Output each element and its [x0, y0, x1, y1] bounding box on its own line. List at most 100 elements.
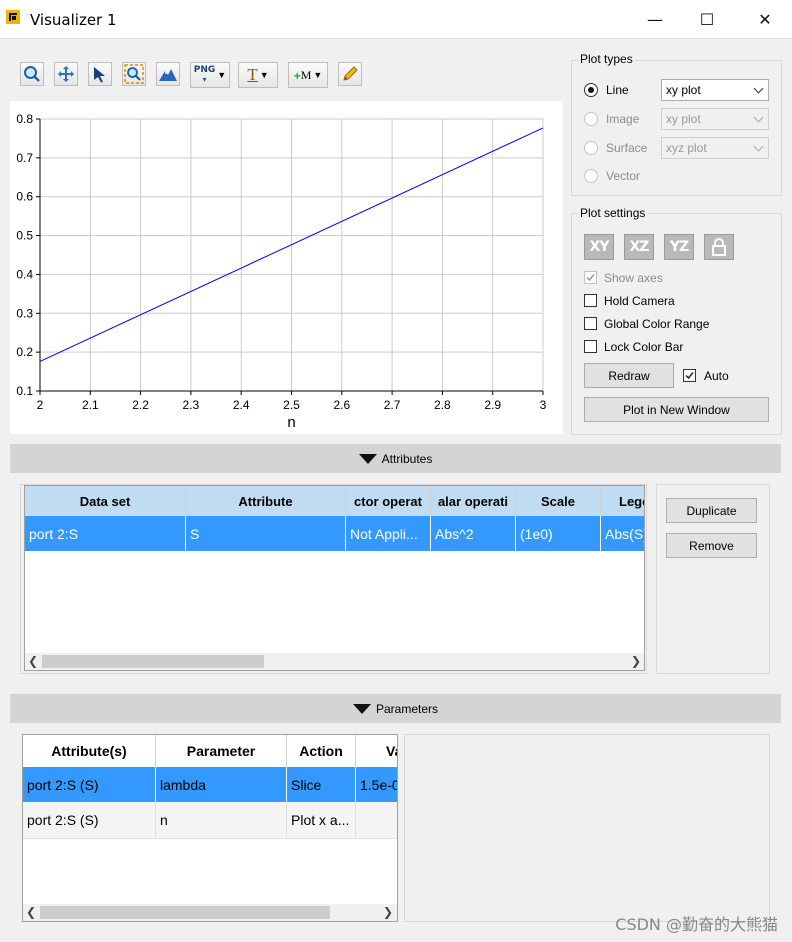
table-cell: [356, 802, 397, 838]
parameters-table[interactable]: Attribute(s) Parameter Action Va port 2:…: [22, 734, 398, 922]
x-tick-label: 2.6: [333, 398, 350, 412]
table-row[interactable]: port 2:S (S) n Plot x a...: [23, 802, 397, 839]
pencil-icon: [343, 66, 358, 81]
view-xy-button[interactable]: XY: [584, 234, 614, 260]
line-plot-type-select[interactable]: xy plot: [661, 79, 769, 101]
scroll-right-icon[interactable]: ❯: [631, 654, 641, 668]
lock-color-bar-checkbox[interactable]: [584, 340, 597, 353]
attributes-section-header[interactable]: Attributes: [10, 444, 781, 473]
radio-image[interactable]: [584, 112, 598, 126]
minimize-icon: —: [647, 9, 663, 29]
y-tick-label: 0.5: [16, 229, 33, 243]
radio-surface-label: Surface: [606, 141, 648, 155]
image-plot-type-select[interactable]: xy plot: [661, 108, 769, 130]
column-header[interactable]: Parameter: [156, 735, 287, 767]
attributes-table[interactable]: Data set Attribute ctor operat alar oper…: [24, 485, 645, 671]
scroll-left-icon[interactable]: ❮: [28, 654, 38, 668]
x-tick-label: 2.9: [484, 398, 501, 412]
zoom-box-button[interactable]: [122, 62, 146, 86]
x-tick-label: 2: [37, 398, 44, 412]
window-title: Visualizer 1: [30, 11, 117, 29]
y-tick-label: 0.8: [16, 112, 33, 126]
table-row[interactable]: port 2:S (S) lambda Slice 1.5e-0: [23, 767, 398, 802]
chevron-down-icon: [753, 141, 764, 152]
global-color-range-checkbox[interactable]: [584, 317, 597, 330]
app-icon: [6, 10, 20, 24]
select-arrow-icon: [94, 67, 105, 83]
marker-tool-button[interactable]: + M ▼: [288, 62, 328, 88]
scroll-left-icon[interactable]: ❮: [26, 905, 36, 919]
marker-icon: + M: [293, 67, 312, 83]
y-tick-label: 0.4: [16, 267, 33, 281]
y-tick-label: 0.1: [16, 384, 33, 398]
view-xz-button[interactable]: XZ: [624, 234, 654, 260]
radio-surface[interactable]: [584, 141, 598, 155]
pan-tool-button[interactable]: [54, 62, 78, 86]
auto-checkbox[interactable]: [683, 369, 696, 382]
close-button[interactable]: ✕: [742, 0, 788, 38]
zoom-tool-button[interactable]: [20, 62, 44, 86]
column-header[interactable]: Action: [287, 735, 356, 767]
table-cell: 1.5e-0: [360, 776, 398, 793]
show-axes-checkbox[interactable]: [584, 271, 597, 284]
y-tick-label: 0.6: [16, 190, 33, 204]
title-bar: Visualizer 1 — ☐ ✕: [0, 0, 792, 39]
column-header[interactable]: Va: [356, 735, 397, 767]
y-tick-label: 0.2: [16, 345, 33, 359]
maximize-button[interactable]: ☐: [684, 0, 730, 38]
plot-types-title: Plot types: [578, 52, 635, 66]
column-header[interactable]: Scale: [516, 486, 601, 516]
x-tick-label: 2.2: [132, 398, 149, 412]
column-header[interactable]: alar operati: [431, 486, 516, 516]
png-export-icon: PNG ▾: [193, 65, 216, 85]
column-header[interactable]: Lege: [601, 486, 644, 516]
column-header[interactable]: Attribute: [186, 486, 346, 516]
scroll-right-icon[interactable]: ❯: [383, 905, 393, 919]
collapse-triangle-icon: [352, 703, 371, 714]
chevron-down-icon: ▼: [217, 70, 227, 80]
plot-area[interactable]: 2 2.1 2.2 2.3 2.4 2.5 2.6 2.7 2.8 2.9 3 0.1 0.2 0.3 0.…: [10, 101, 563, 434]
y-tick-label: 0.7: [16, 151, 33, 165]
select-tool-button[interactable]: [88, 62, 112, 86]
column-header[interactable]: Attribute(s): [23, 735, 156, 767]
radio-line-label: Line: [606, 83, 629, 97]
parameter-details-panel: [404, 734, 770, 922]
lock-color-bar-label: Lock Color Bar: [604, 340, 684, 354]
text-tool-button[interactable]: T ▼: [238, 62, 278, 88]
horizontal-scrollbar[interactable]: ❮ ❯: [25, 653, 644, 670]
table-cell: port 2:S (S): [23, 802, 156, 838]
surface-plot-type-select[interactable]: xyz plot: [661, 137, 769, 159]
x-tick-label: 2.3: [183, 398, 200, 412]
radio-line[interactable]: [584, 83, 598, 97]
duplicate-button[interactable]: Duplicate: [666, 498, 757, 523]
scrollbar-thumb[interactable]: [40, 906, 330, 919]
horizontal-scrollbar[interactable]: ❮ ❯: [23, 904, 397, 921]
autoscale-button[interactable]: [156, 62, 180, 86]
radio-vector[interactable]: [584, 169, 598, 183]
check-icon: [685, 372, 694, 380]
table-cell: port 2:S: [25, 516, 186, 551]
minimize-button[interactable]: —: [632, 0, 678, 38]
plot-in-new-window-button[interactable]: Plot in New Window: [584, 397, 769, 422]
export-png-button[interactable]: PNG ▾ ▼: [190, 62, 230, 88]
column-header[interactable]: ctor operat: [346, 486, 431, 516]
remove-button[interactable]: Remove: [666, 533, 757, 558]
x-tick-label: 2.1: [82, 398, 99, 412]
zoom-icon: [24, 66, 40, 82]
chevron-down-icon: [753, 112, 764, 123]
redraw-button[interactable]: Redraw: [584, 363, 674, 388]
lock-view-button[interactable]: [704, 234, 734, 260]
scrollbar-thumb[interactable]: [42, 655, 264, 668]
radio-image-label: Image: [606, 112, 640, 126]
x-tick-label: 3: [540, 398, 547, 412]
column-header[interactable]: Data set: [25, 486, 186, 516]
table-cell: (1e0): [516, 516, 601, 551]
table-header: Attribute(s) Parameter Action Va: [23, 735, 397, 768]
hold-camera-checkbox[interactable]: [584, 294, 597, 307]
table-row[interactable]: port 2:S S Not Appli... Abs^2 (1e0) Abs(…: [25, 516, 644, 551]
table-cell: Plot x a...: [287, 802, 356, 838]
draw-button[interactable]: [338, 62, 362, 86]
x-axis-label: n: [287, 414, 295, 431]
view-yz-button[interactable]: YZ: [664, 234, 694, 260]
parameters-section-header[interactable]: Parameters: [10, 694, 781, 723]
